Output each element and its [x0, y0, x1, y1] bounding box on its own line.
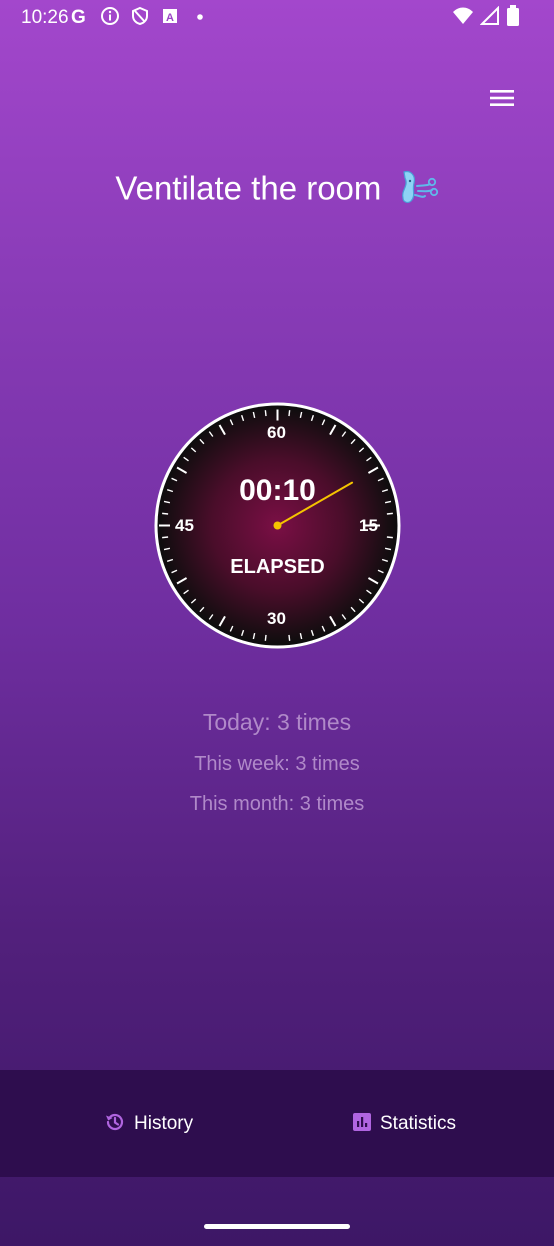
- nav-history-label: History: [134, 1113, 194, 1134]
- status-icons-left: G A: [70, 6, 210, 30]
- elapsed-label: ELAPSED: [230, 556, 325, 578]
- dial-label-bottom: 30: [267, 609, 286, 628]
- wifi-icon: [452, 6, 474, 31]
- google-icon: G: [70, 6, 90, 31]
- stat-month: This month: 3 times: [189, 793, 365, 815]
- text-a-icon: A: [160, 6, 180, 31]
- dial-tick: [288, 634, 291, 641]
- elapsed-time: 00:10: [239, 474, 316, 507]
- status-time: 10:26: [21, 7, 69, 28]
- info-icon: [100, 6, 120, 31]
- nav-history[interactable]: History: [104, 1110, 193, 1138]
- nav-statistics-label: Statistics: [380, 1113, 457, 1134]
- shield-icon: [130, 6, 150, 31]
- status-icons-right: [452, 4, 520, 32]
- timer-hand-pivot: [273, 521, 282, 530]
- status-bar: 10:26 G A: [0, 0, 554, 36]
- page-title: Ventilate the room: [0, 168, 554, 214]
- history-icon: [104, 1111, 126, 1138]
- stat-week: This week: 3 times: [194, 753, 360, 775]
- bar-chart-icon: [352, 1112, 372, 1137]
- menu-button[interactable]: [482, 82, 522, 118]
- dial-tick: [386, 512, 393, 515]
- signal-icon: [479, 5, 500, 31]
- dial-label-right: 15: [359, 516, 378, 535]
- dial-tick: [386, 536, 393, 539]
- dial-tick: [162, 536, 169, 539]
- menu-icon: [490, 89, 514, 112]
- dial-tick: [288, 410, 291, 417]
- dot-icon: [190, 6, 210, 31]
- page-title-text: Ventilate the room: [115, 169, 382, 207]
- battery-icon: [506, 4, 520, 32]
- wind-face-emoji: [399, 168, 439, 214]
- nav-statistics[interactable]: Statistics: [352, 1110, 456, 1138]
- dial-tick: [162, 512, 169, 515]
- svg-text:G: G: [71, 7, 86, 26]
- dial-label-left: 45: [175, 516, 194, 535]
- bottom-nav: History Statistics: [0, 1070, 554, 1177]
- svg-text:A: A: [166, 12, 174, 24]
- dial-tick: [264, 410, 267, 417]
- dial-tick: [264, 634, 267, 641]
- home-indicator[interactable]: [204, 1224, 350, 1229]
- timer-dial: 60 15 30 45 00:10 ELAPSED: [152, 400, 403, 651]
- stat-today: Today: 3 times: [202, 709, 352, 735]
- dial-label-top: 60: [267, 423, 286, 442]
